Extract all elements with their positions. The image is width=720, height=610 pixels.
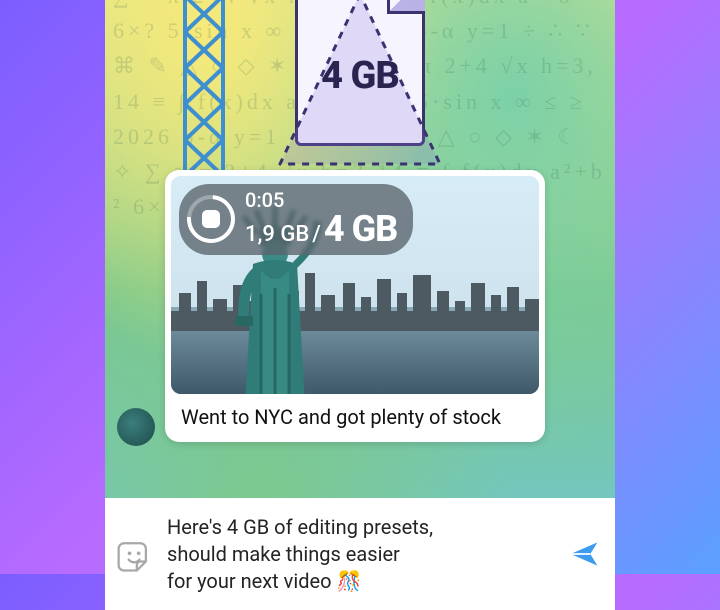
app-viewport: ∑ ≈ π 2+4 √x h=3,14 ≡ ∫ f(x)dx a²+b² 6×?… [105, 0, 615, 610]
video-attachment[interactable]: 0:05 1,9 GB / 4 GB [171, 176, 539, 394]
composer-line-1: Here's 4 GB of editing presets, [167, 515, 433, 539]
send-icon [567, 537, 601, 571]
composer-input[interactable]: Here's 4 GB of editing presets, should m… [167, 508, 555, 601]
upload-bytes-total: 4 GB [324, 211, 397, 249]
chat-background: ∑ ≈ π 2+4 √x h=3,14 ≡ ∫ f(x)dx a²+b² 6×?… [105, 0, 615, 610]
message-composer: Here's 4 GB of editing presets, should m… [105, 498, 615, 610]
sender-avatar[interactable] [117, 408, 155, 446]
upload-progress-pill[interactable]: 0:05 1,9 GB / 4 GB [179, 184, 413, 255]
crane-illustration [175, 0, 235, 180]
send-button[interactable] [565, 535, 603, 573]
composer-line-3: for your next video 🎊 [167, 569, 361, 593]
file-fold-corner [387, 0, 425, 14]
incoming-message-bubble[interactable]: 0:05 1,9 GB / 4 GB Went to NYC and got p… [165, 170, 545, 442]
stop-icon [202, 210, 220, 228]
file-size-label: 4 GB [265, 54, 455, 98]
upload-separator: / [312, 223, 321, 246]
sticker-button[interactable] [113, 532, 157, 576]
upload-progress-text: 0:05 1,9 GB / 4 GB [245, 190, 397, 249]
composer-line-2: should make things easier [167, 542, 400, 566]
file-size-sticker: 4 GB [265, 0, 455, 166]
upload-bytes-done: 1,9 GB [245, 223, 309, 246]
message-caption: Went to NYC and got plenty of stock [171, 394, 539, 430]
stop-upload-button[interactable] [177, 186, 245, 254]
sticker-icon [115, 536, 155, 576]
